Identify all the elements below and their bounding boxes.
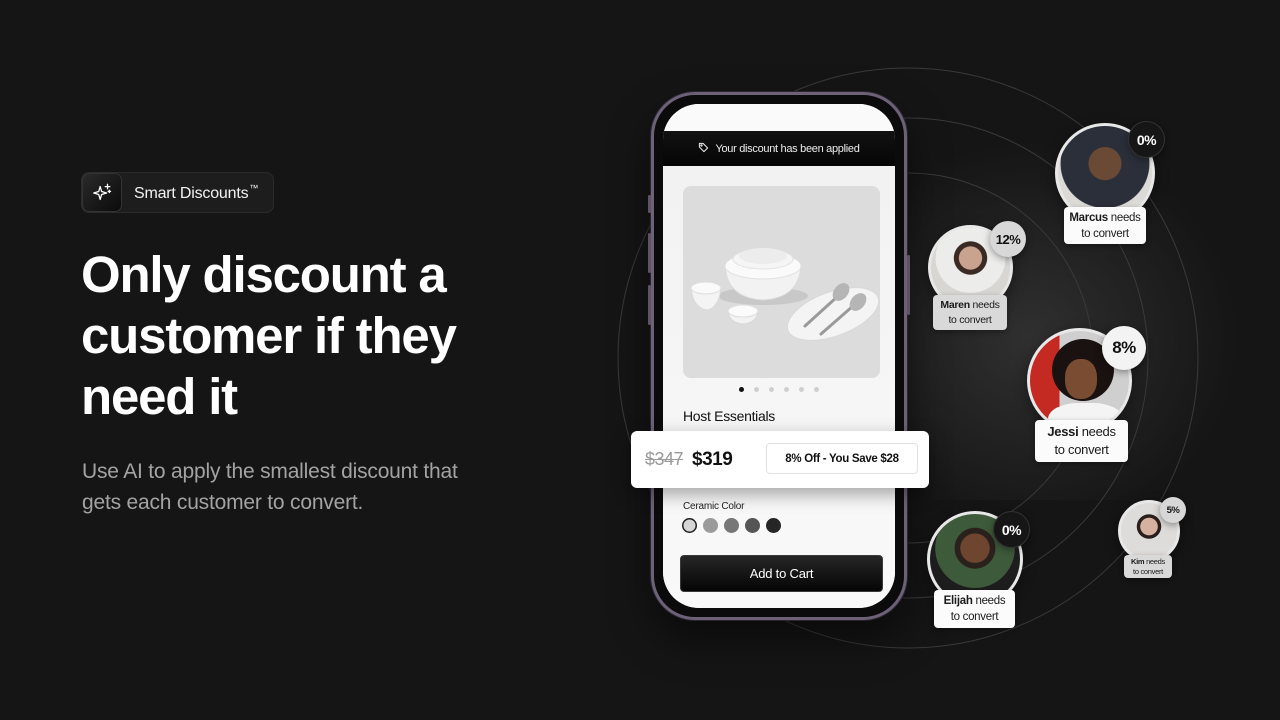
color-label: Ceramic Color bbox=[683, 501, 745, 512]
product-image[interactable] bbox=[683, 186, 880, 378]
color-swatch[interactable] bbox=[682, 518, 697, 533]
phone-screen: Your discount has been applied Host Esse… bbox=[663, 104, 895, 608]
customer-label: Maren needs to convert bbox=[933, 295, 1007, 330]
phone-mockup: Your discount has been applied Host Esse… bbox=[648, 92, 910, 620]
discounted-price: $319 bbox=[692, 448, 733, 470]
color-swatch[interactable] bbox=[724, 518, 739, 533]
color-swatch[interactable] bbox=[745, 518, 760, 533]
carousel-dot[interactable] bbox=[784, 387, 789, 392]
discount-percent: 0% bbox=[993, 511, 1030, 548]
color-swatches bbox=[682, 518, 781, 533]
carousel-dot[interactable] bbox=[754, 387, 759, 392]
original-price: $347 bbox=[645, 449, 684, 469]
customer-label: Kim needs to convert bbox=[1124, 555, 1172, 578]
carousel-dots bbox=[663, 387, 895, 392]
product-title: Host Essentials bbox=[683, 408, 775, 424]
add-to-cart-button[interactable]: Add to Cart bbox=[680, 555, 883, 592]
discount-percent: 8% bbox=[1102, 326, 1146, 370]
discount-percent: 0% bbox=[1128, 121, 1165, 158]
price-card: $347 $319 8% Off - You Save $28 bbox=[631, 431, 929, 488]
carousel-dot[interactable] bbox=[814, 387, 819, 392]
status-bar bbox=[663, 104, 895, 131]
carousel-dot[interactable] bbox=[799, 387, 804, 392]
discount-percent: 5% bbox=[1160, 497, 1186, 523]
customer-label: Marcus needs to convert bbox=[1064, 207, 1146, 244]
color-swatch[interactable] bbox=[766, 518, 781, 533]
color-swatch[interactable] bbox=[703, 518, 718, 533]
customer-label: Jessi needs to convert bbox=[1035, 420, 1128, 462]
carousel-dot[interactable] bbox=[769, 387, 774, 392]
savings-badge: 8% Off - You Save $28 bbox=[766, 443, 918, 474]
tag-icon bbox=[698, 142, 709, 156]
discount-percent: 12% bbox=[990, 221, 1026, 257]
discount-applied-banner: Your discount has been applied bbox=[663, 131, 895, 166]
customer-label: Elijah needs to convert bbox=[934, 590, 1015, 628]
carousel-dot[interactable] bbox=[739, 387, 744, 392]
